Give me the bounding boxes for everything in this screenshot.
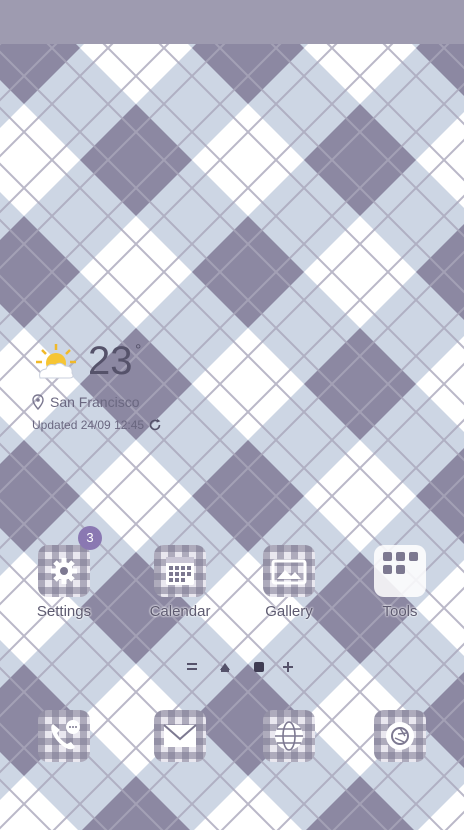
partly-sunny-icon	[36, 344, 76, 379]
dock-email[interactable]	[154, 710, 206, 762]
app-gallery[interactable]: Gallery	[243, 545, 333, 635]
app-label: Gallery	[265, 603, 313, 620]
dock-phone[interactable]	[38, 710, 90, 762]
gallery-icon	[263, 545, 315, 597]
menu-icon	[187, 663, 197, 670]
app-tools[interactable]: Tools	[354, 545, 444, 635]
home-page-icon	[220, 663, 230, 672]
dock-camera[interactable]	[374, 710, 426, 762]
location-name: San Francisco	[50, 394, 140, 410]
updated-row: Updated 24/09 12:45	[32, 416, 162, 434]
app-label: Tools	[382, 603, 418, 620]
calendar-icon	[154, 545, 206, 597]
email-icon	[154, 710, 206, 762]
dock-browser[interactable]	[263, 710, 315, 762]
tools-folder-icon	[374, 545, 426, 597]
location-row: San Francisco	[32, 392, 139, 412]
phone-icon	[38, 710, 90, 762]
app-label: Settings	[36, 603, 92, 620]
camera-icon	[374, 710, 426, 762]
app-label: Calendar	[149, 603, 211, 620]
home-screen: 23 ° San Francisco Updated 24/09 12:45 S…	[0, 0, 464, 830]
page-dot-active	[254, 662, 264, 672]
updated-time: Updated 24/09 12:45	[32, 418, 145, 432]
notification-badge: 3	[78, 526, 102, 550]
globe-icon	[263, 710, 315, 762]
temperature-unit: °	[135, 342, 142, 359]
app-settings[interactable]: Settings	[18, 545, 108, 635]
status-bar	[0, 0, 464, 44]
app-calendar[interactable]: Calendar	[134, 545, 224, 635]
weather-widget[interactable]: 23 ° San Francisco Updated 24/09 12:45	[30, 338, 230, 438]
add-page-icon	[283, 662, 293, 672]
settings-icon	[38, 545, 90, 597]
page-indicator[interactable]	[180, 658, 300, 676]
refresh-icon[interactable]	[148, 418, 162, 432]
temperature: 23	[88, 339, 133, 383]
location-pin-icon	[32, 394, 44, 410]
